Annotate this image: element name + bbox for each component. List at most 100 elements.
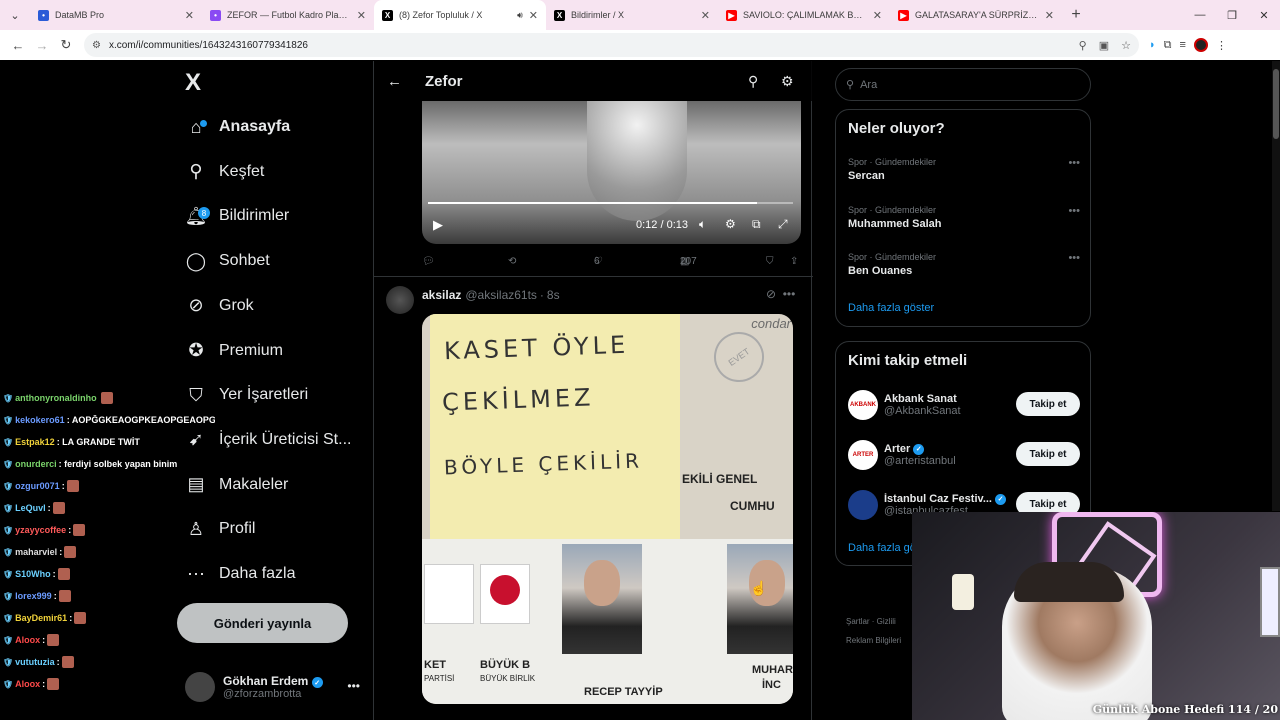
video-player[interactable]: ▶ 0:12 / 0:13 🔈︎ ⚙ ⧉ ⤢ (422, 101, 801, 244)
tweet-author-name[interactable]: aksilaz (422, 288, 461, 302)
video-settings-icon[interactable]: ⚙ (725, 217, 736, 231)
browser-tab[interactable]: ▶ SAVIOLO: ÇALIMLAMAK BENİM ✕ (718, 0, 890, 30)
nav-item-grok[interactable]: ⊘ Grok (185, 288, 253, 324)
footer-terms[interactable]: Şartlar · Gizlili (846, 617, 896, 626)
footer-ads[interactable]: Reklam Bilgileri (846, 636, 901, 645)
browser-tab[interactable]: • DataMB Pro ✕ (30, 0, 202, 30)
profile-avatar[interactable] (1193, 38, 1208, 52)
chat-username[interactable]: BayDemir61 (15, 613, 67, 623)
nav-item-premium[interactable]: ✪ Premium (185, 333, 283, 369)
tab-search-icon[interactable]: ⌄ (0, 0, 30, 30)
search-input[interactable]: ⚲ Ara (835, 68, 1091, 101)
site-info-icon[interactable]: ⚙ (92, 40, 101, 51)
reply-icon[interactable]: 💬︎ (422, 256, 435, 267)
volume-icon[interactable]: 🔈︎ (699, 217, 706, 232)
chat-username[interactable]: yzayycoffee (15, 525, 66, 535)
chat-username[interactable]: maharviel (15, 547, 57, 557)
bookmark-star-icon[interactable]: ☆ (1121, 39, 1131, 52)
settings-icon[interactable]: ⚙ (781, 73, 794, 90)
extensions-puzzle-icon[interactable]: ⧉ (1164, 39, 1172, 52)
chat-username[interactable]: anthonyronaldinho (15, 393, 97, 403)
extension-icon[interactable]: ◗ (1149, 39, 1156, 51)
forward-icon[interactable]: → (30, 33, 54, 57)
follow-button[interactable]: Takip et (1016, 442, 1080, 466)
share-icon[interactable]: ⇪ (790, 256, 798, 267)
follow-suggestion[interactable]: AKBANK Akbank Sanat @AkbankSanat Takip et (848, 387, 1080, 423)
chat-username[interactable]: Aloox (15, 635, 40, 645)
tweet-time[interactable]: 8s (547, 288, 560, 302)
show-more-follows[interactable]: Daha fazla gö (848, 542, 916, 554)
chat-username[interactable]: Aloox (15, 679, 40, 689)
divider (374, 276, 813, 277)
chat-username[interactable]: onurderci (15, 459, 57, 469)
fullscreen-icon[interactable]: ⤢ (778, 217, 788, 232)
video-progress[interactable] (428, 202, 793, 204)
tweet-author-handle[interactable]: @aksilaz61ts (465, 288, 537, 302)
browser-tab[interactable]: ▶ GALATASARAY'A SÜRPRİZ 10 N ✕ (890, 0, 1062, 30)
show-more-trends[interactable]: Daha fazla göster (848, 302, 934, 314)
close-tab-icon[interactable]: ✕ (185, 9, 194, 22)
media-icon[interactable]: ≡ (1180, 39, 1186, 51)
views-button[interactable]: ▥ 207 (680, 256, 697, 267)
more-icon[interactable]: ••• (1068, 252, 1080, 264)
tab-audio-icon[interactable]: 🔊︎ (517, 10, 523, 21)
close-tab-icon[interactable]: ✕ (873, 9, 882, 22)
play-icon[interactable]: ▶ (433, 217, 443, 233)
reload-icon[interactable]: ↻ (54, 33, 78, 57)
chat-username[interactable]: ozgur0071 (15, 481, 60, 491)
follow-suggestion[interactable]: ARTER Arter ✓ @arteristanbul Takip et (848, 437, 1080, 473)
minimize-icon[interactable]: — (1184, 0, 1216, 30)
browser-tab[interactable]: • ZEFOR — Futbol Kadro Planları ✕ (202, 0, 374, 30)
new-tab-button[interactable]: + (1062, 0, 1090, 30)
x-logo[interactable]: X (185, 69, 201, 97)
timeline-header: ← Zefor ⚲ ⚙ (374, 61, 813, 101)
retweet-icon[interactable]: ⟲ (508, 256, 516, 267)
more-icon[interactable]: ••• (1068, 157, 1080, 169)
trend-item[interactable]: Spor · Gündemdekiler Muhammed Salah ••• (848, 205, 1080, 230)
more-icon[interactable]: ••• (347, 679, 360, 693)
nav-item-home[interactable]: ⌂ Anasayfa (185, 109, 291, 145)
address-bar[interactable]: ⚙ x.com/i/communities/164324316077934182… (84, 33, 1139, 57)
chat-username[interactable]: LeQuvl (15, 503, 46, 513)
install-icon[interactable]: ▣ (1099, 39, 1109, 52)
more-icon[interactable]: ••• (1068, 205, 1080, 217)
party2-sub: BÜYÜK BİRLİK (480, 674, 536, 683)
browser-tab[interactable]: X (8) Zefor Topluluk / X 🔊︎ ✕ (374, 0, 546, 30)
trend-item[interactable]: Spor · Gündemdekiler Ben Ouanes ••• (848, 252, 1080, 277)
grok-icon[interactable]: ⊘ (766, 287, 776, 301)
close-tab-icon[interactable]: ✕ (357, 9, 366, 22)
url-text[interactable]: x.com/i/communities/1643243160779341826 (109, 40, 1067, 51)
zoom-icon[interactable]: ⚲ (1079, 39, 1087, 52)
follow-button[interactable]: Takip et (1016, 392, 1080, 416)
search-placeholder: Ara (860, 78, 878, 91)
chat-username[interactable]: kekokero61 (15, 415, 65, 425)
nav-item-bell[interactable]: 🔔︎ 8 Bildirimler (185, 198, 290, 234)
scrollbar[interactable] (1272, 61, 1280, 511)
nav-item-search[interactable]: ⚲ Keşfet (185, 154, 264, 190)
like-button[interactable]: ♡ 6 (594, 256, 606, 267)
maximize-icon[interactable]: ❐ (1216, 0, 1248, 30)
pip-icon[interactable]: ⧉ (752, 217, 761, 232)
back-arrow-icon[interactable]: ← (387, 73, 409, 90)
bookmark-icon[interactable]: ⛉ (766, 256, 774, 267)
close-tab-icon[interactable]: ✕ (529, 9, 538, 22)
chat-username[interactable]: vututuzia (15, 657, 55, 667)
avatar[interactable] (386, 286, 414, 314)
close-tab-icon[interactable]: ✕ (1045, 9, 1054, 22)
search-icon[interactable]: ⚲ (748, 73, 758, 90)
tweet-photo[interactable]: KASET ÖYLE ÇEKİLMEZ BÖYLE ÇEKİLİR EVET c… (422, 314, 793, 704)
more-icon[interactable]: ••• (783, 287, 796, 301)
browser-tab[interactable]: X Bildirimler / X ✕ (546, 0, 718, 30)
nav-item-chat[interactable]: ◯ Sohbet (185, 243, 270, 279)
trend-item[interactable]: Spor · Gündemdekiler Sercan ••• (848, 157, 1080, 182)
chat-username[interactable]: S10Who (15, 569, 51, 579)
chat-username[interactable]: Estpak12 (15, 437, 55, 447)
menu-icon[interactable]: ⋮ (1216, 39, 1227, 52)
close-tab-icon[interactable]: ✕ (701, 9, 710, 22)
ballot-header-2: CUMHU (730, 499, 775, 513)
back-icon[interactable]: ← (6, 33, 30, 57)
close-window-icon[interactable]: ✕ (1248, 0, 1280, 30)
stream-chat: 🛡 anthonyronaldinho 🛡 kekokero61: AOPĞGKEAO… (0, 368, 215, 720)
chat-username[interactable]: lorex999 (15, 591, 52, 601)
chat-message: 🛡 anthonyronaldinho (0, 387, 215, 409)
